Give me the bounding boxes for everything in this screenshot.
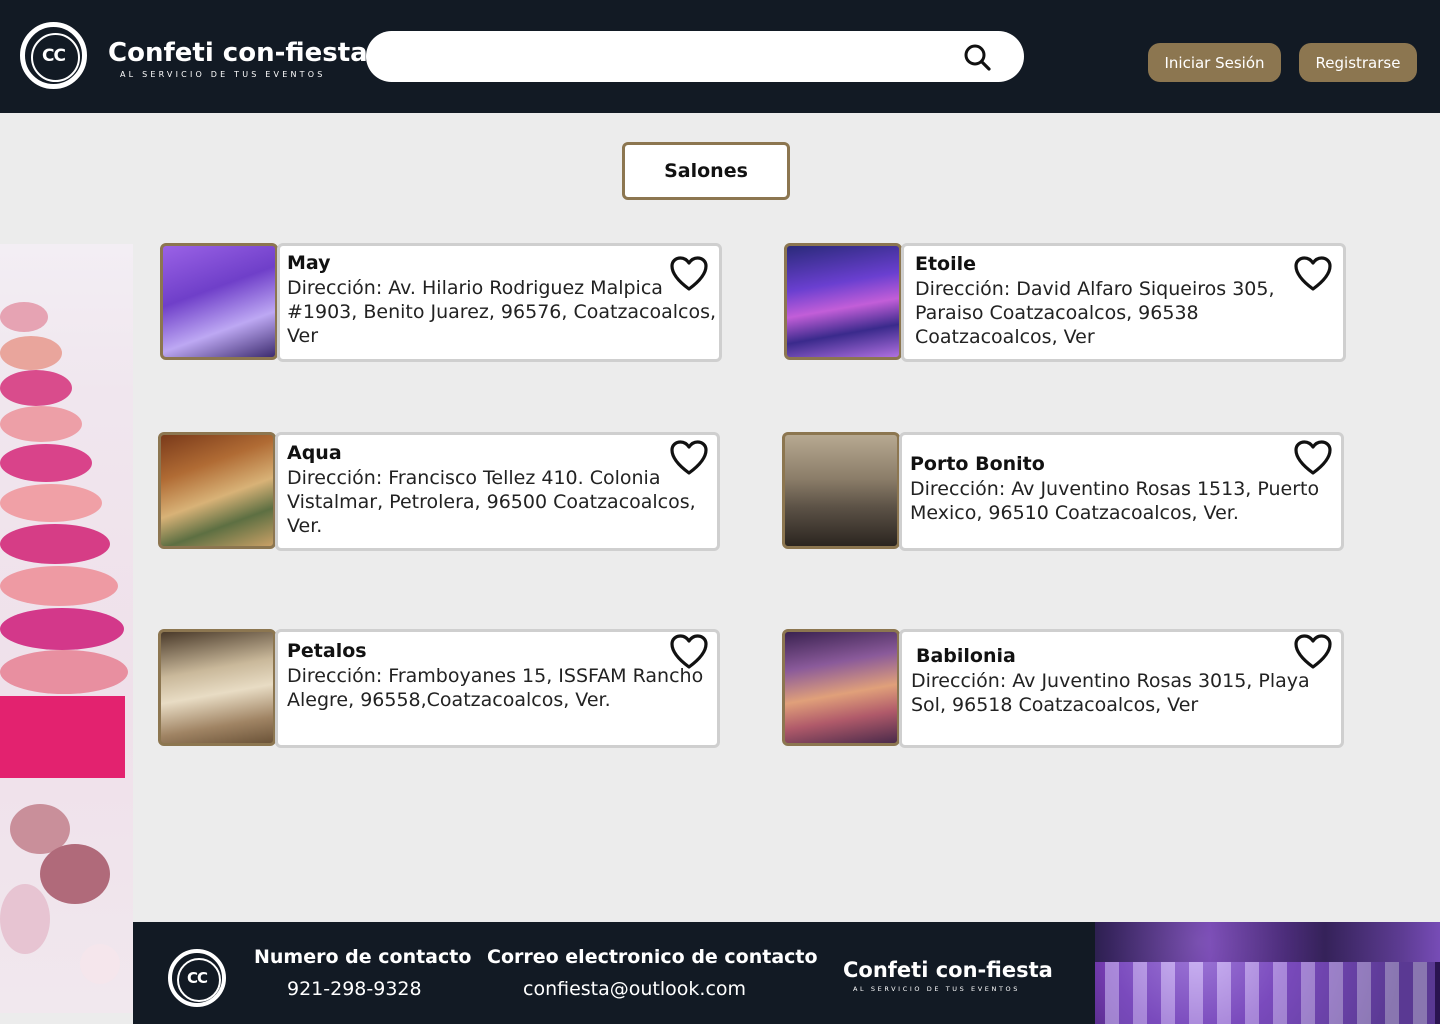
brand-tagline: AL SERVICIO DE TUS EVENTOS: [120, 70, 326, 79]
venue-address: Dirección: Av Juventino Rosas 3015, Play…: [911, 670, 1310, 716]
venue-thumbnail[interactable]: [782, 432, 900, 549]
phone-number[interactable]: 921-298-9328: [287, 978, 422, 1000]
event-hall-image: [1095, 922, 1440, 1024]
heart-outline-icon[interactable]: [1294, 440, 1332, 476]
venue-address: Dirección: Av. Hilario Rodriguez Malpica…: [287, 277, 717, 347]
footer-logo-icon: CC: [168, 949, 226, 1007]
venue-name[interactable]: Petalos: [287, 640, 367, 662]
email-heading: Correo electronico de contacto: [487, 946, 818, 968]
footer-brand-tagline: AL SERVICIO DE TUS EVENTOS: [853, 985, 1020, 993]
phone-heading: Numero de contacto: [254, 946, 472, 968]
venue-name[interactable]: Porto Bonito: [910, 453, 1045, 475]
venue-name[interactable]: Babilonia: [916, 645, 1016, 667]
search-icon[interactable]: [962, 42, 992, 72]
register-button[interactable]: Registrarse: [1299, 43, 1417, 82]
footer-brand-name: Confeti con-fiesta: [843, 958, 1053, 982]
heart-outline-icon[interactable]: [670, 440, 708, 476]
venue-name[interactable]: May: [287, 252, 331, 274]
heart-outline-icon[interactable]: [1294, 256, 1332, 292]
logo-mark: CC: [42, 45, 66, 66]
venue-thumbnail[interactable]: [160, 243, 278, 360]
venue-address: Dirección: David Alfaro Siqueiros 305, P…: [915, 278, 1275, 348]
heart-outline-icon[interactable]: [670, 634, 708, 670]
venue-name[interactable]: Etoile: [915, 253, 976, 275]
venue-thumbnail[interactable]: [158, 432, 276, 549]
brand-name: Confeti con-fiesta: [108, 38, 368, 68]
macaron-tower-image: [0, 244, 133, 1013]
venue-thumbnail[interactable]: [782, 629, 900, 746]
venue-address: Dirección: Framboyanes 15, ISSFAM Rancho…: [287, 665, 704, 711]
venue-thumbnail[interactable]: [784, 243, 902, 360]
heart-outline-icon[interactable]: [1294, 634, 1332, 670]
login-button[interactable]: Iniciar Sesión: [1148, 43, 1281, 82]
venue-address: Dirección: Francisco Tellez 410. Colonia…: [287, 467, 696, 537]
salones-button[interactable]: Salones: [622, 142, 790, 200]
venue-name[interactable]: Aqua: [287, 442, 342, 464]
heart-outline-icon[interactable]: [670, 256, 708, 292]
search-input[interactable]: [366, 31, 1024, 82]
logo-icon[interactable]: CC: [20, 22, 87, 89]
footer-logo-mark: CC: [186, 969, 208, 987]
venue-thumbnail[interactable]: [158, 629, 276, 746]
venue-address: Dirección: Av Juventino Rosas 1513, Puer…: [910, 478, 1320, 524]
email-address[interactable]: confiesta@outlook.com: [523, 978, 746, 1000]
